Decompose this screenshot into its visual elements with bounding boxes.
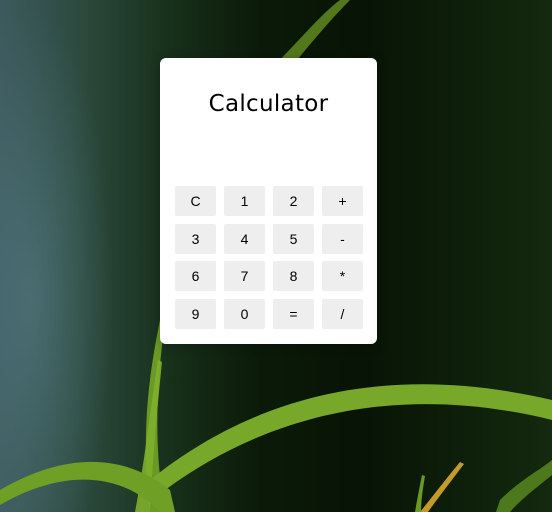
multiply-button[interactable]: *	[322, 261, 363, 291]
digit-6-button[interactable]: 6	[175, 261, 216, 291]
digit-7-button[interactable]: 7	[224, 261, 265, 291]
equals-button[interactable]: =	[273, 298, 314, 329]
digit-1-button[interactable]: 1	[224, 186, 265, 216]
clear-button[interactable]: C	[175, 186, 216, 216]
digit-5-button[interactable]: 5	[273, 223, 314, 254]
calculator-card: Calculator C 1 2 + 3 4 5 - 6 7 8 * 9 0 =…	[160, 58, 377, 344]
divide-button[interactable]: /	[322, 298, 363, 329]
keypad: C 1 2 + 3 4 5 - 6 7 8 * 9 0 = /	[175, 186, 363, 329]
digit-2-button[interactable]: 2	[273, 186, 314, 216]
digit-0-button[interactable]: 0	[224, 298, 265, 329]
digit-8-button[interactable]: 8	[273, 261, 314, 291]
calculator-display[interactable]	[175, 136, 362, 178]
subtract-button[interactable]: -	[322, 223, 363, 254]
digit-9-button[interactable]: 9	[175, 298, 216, 329]
digit-3-button[interactable]: 3	[175, 223, 216, 254]
digit-4-button[interactable]: 4	[224, 223, 265, 254]
calculator-title: Calculator	[208, 91, 329, 117]
add-button[interactable]: +	[322, 186, 363, 216]
